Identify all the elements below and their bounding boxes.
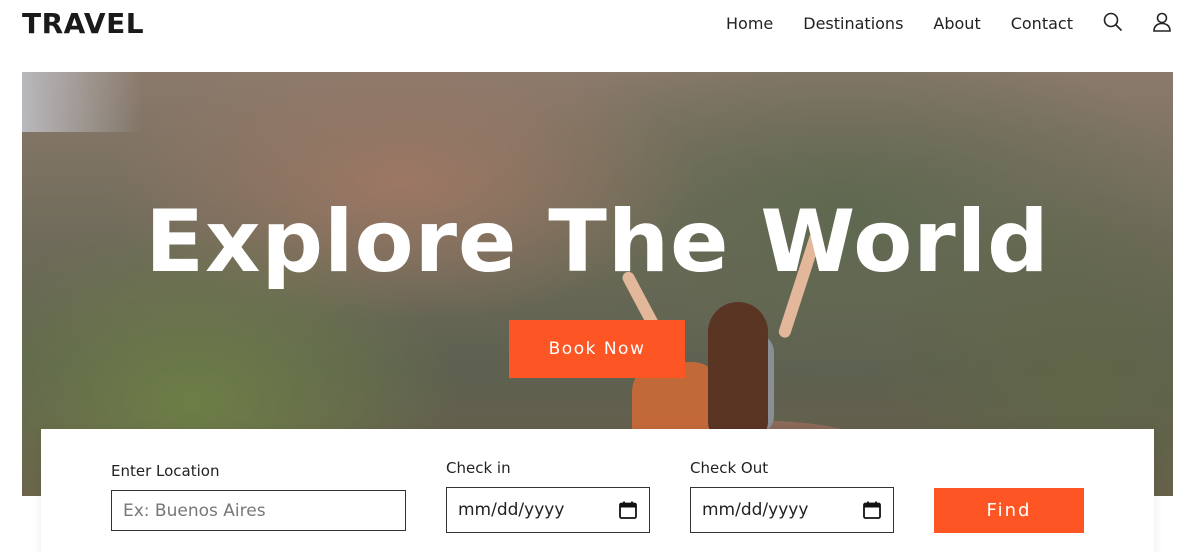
book-now-button[interactable]: Book Now [509,320,685,378]
checkout-date-value[interactable]: mm/dd/yyyy [702,500,862,520]
logo[interactable]: TRAVEL [22,7,144,40]
nav-destinations-link[interactable]: Destinations [803,14,903,33]
checkin-date-value[interactable]: mm/dd/yyyy [458,500,618,520]
main-nav: Home Destinations About Contact [726,14,1073,33]
nav-contact-link[interactable]: Contact [1011,14,1073,33]
checkout-date-field[interactable]: mm/dd/yyyy [690,487,894,533]
location-label: Enter Location [111,462,220,480]
location-input[interactable] [123,500,394,521]
hero-sky [22,72,142,132]
hero-title: Explore The World [145,192,1050,292]
hero-figure-hair [708,302,768,442]
checkout-label: Check Out [690,459,769,477]
location-field[interactable] [111,490,406,531]
find-button[interactable]: Find [934,488,1084,533]
checkin-date-field[interactable]: mm/dd/yyyy [446,487,650,533]
checkin-label: Check in [446,459,511,477]
search-panel: Enter Location Check in mm/dd/yyyy Check… [41,429,1154,552]
nav-home-link[interactable]: Home [726,14,773,33]
calendar-icon[interactable] [618,500,638,520]
search-icon[interactable] [1102,11,1124,33]
site-header: TRAVEL Home Destinations About Contact [0,0,1202,48]
user-icon[interactable] [1151,11,1173,33]
calendar-icon[interactable] [862,500,882,520]
nav-about-link[interactable]: About [933,14,980,33]
